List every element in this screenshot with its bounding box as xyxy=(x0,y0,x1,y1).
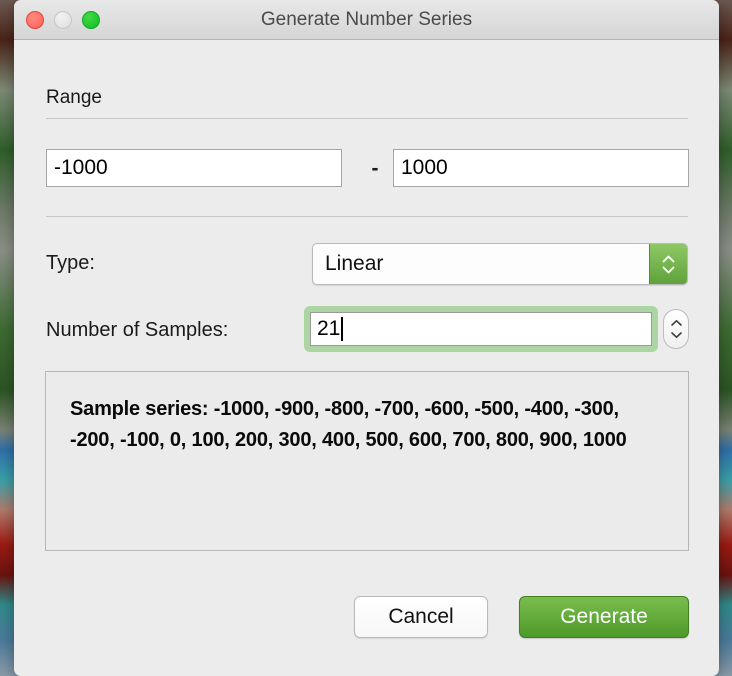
sample-series-preview-box: Sample series: -1000, -900, -800, -700, … xyxy=(45,371,689,551)
range-group-label: Range xyxy=(46,87,102,108)
section-separator-rule xyxy=(46,216,688,217)
samples-input-value: 21 xyxy=(317,317,341,340)
chevron-down-icon xyxy=(662,266,675,274)
cancel-button[interactable]: Cancel xyxy=(354,596,488,638)
dialog-content: Range - Type: Linear Number of Samples: … xyxy=(14,40,719,676)
chevron-up-icon[interactable] xyxy=(670,319,683,327)
text-caret xyxy=(341,317,344,341)
range-separator-rule xyxy=(46,118,688,119)
range-dash-label: - xyxy=(371,157,379,180)
type-selected-value: Linear xyxy=(325,252,384,275)
samples-input-focus-ring: 21 xyxy=(304,306,658,352)
range-max-input[interactable] xyxy=(393,149,689,187)
samples-input[interactable]: 21 xyxy=(310,312,652,346)
range-min-input[interactable] xyxy=(46,149,342,187)
type-label: Type: xyxy=(46,252,95,274)
sample-series-preview-text: Sample series: -1000, -900, -800, -700, … xyxy=(70,398,627,451)
chevron-up-icon xyxy=(662,255,675,263)
type-dropdown-stepper[interactable] xyxy=(649,244,687,284)
generate-number-series-dialog: Generate Number Series Range - Type: Lin… xyxy=(14,0,719,676)
generate-button[interactable]: Generate xyxy=(519,596,689,638)
type-dropdown[interactable]: Linear xyxy=(312,243,688,285)
samples-stepper[interactable] xyxy=(663,309,689,349)
chevron-down-icon[interactable] xyxy=(670,331,683,339)
window-titlebar: Generate Number Series xyxy=(14,0,719,40)
window-title: Generate Number Series xyxy=(260,9,473,30)
samples-label: Number of Samples: xyxy=(46,319,229,341)
